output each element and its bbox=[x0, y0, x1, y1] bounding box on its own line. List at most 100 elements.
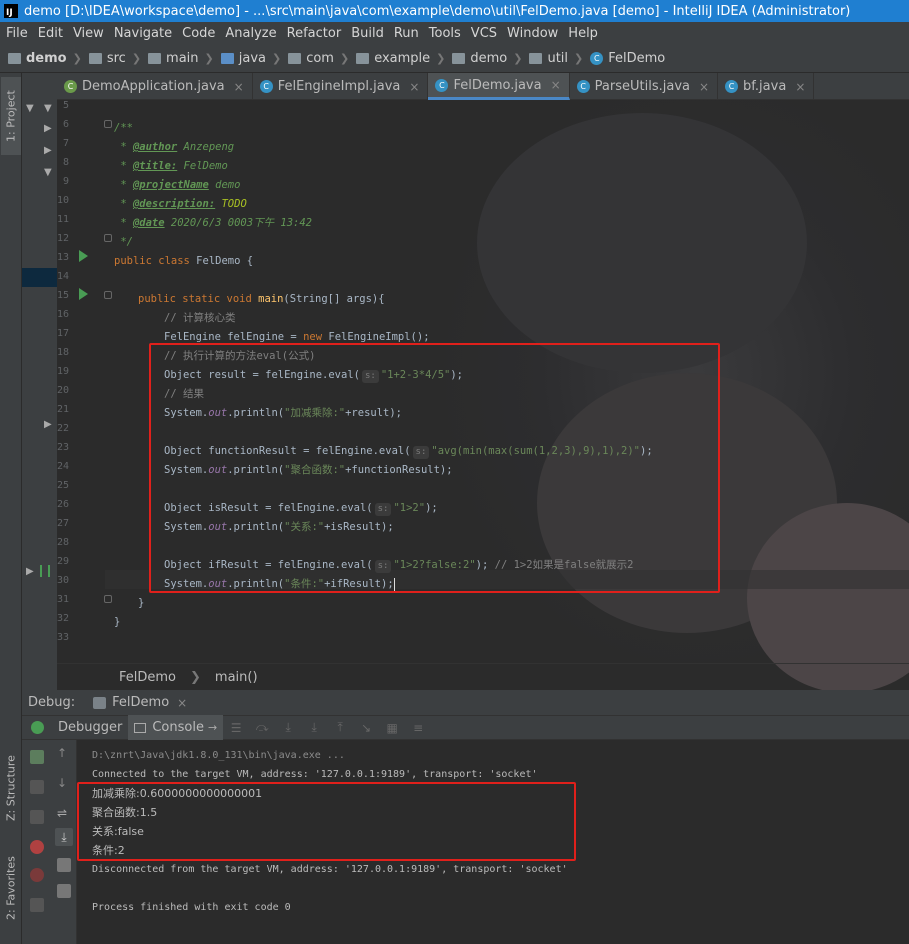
package-icon bbox=[452, 53, 466, 64]
expand-arrow-icon[interactable]: ▼ bbox=[26, 103, 34, 114]
close-icon[interactable]: × bbox=[234, 80, 244, 94]
folder-icon bbox=[148, 53, 162, 64]
menu-edit[interactable]: Edit bbox=[33, 26, 68, 41]
tab-parse-utils[interactable]: C ParseUtils.java × bbox=[570, 73, 719, 100]
rerun-debug-icon[interactable] bbox=[22, 715, 52, 740]
editor-breadcrumb-class[interactable]: FelDemo bbox=[119, 670, 176, 685]
line-number: 22 bbox=[57, 423, 70, 434]
structure-tool-tab[interactable]: Z: Structure bbox=[1, 743, 21, 833]
drop-frame-icon[interactable]: ↘ bbox=[359, 721, 373, 735]
close-icon[interactable]: × bbox=[699, 80, 709, 94]
tab-bf[interactable]: Cbf.java × bbox=[718, 73, 815, 100]
line-number: 10 bbox=[57, 195, 70, 206]
view-breakpoints-icon[interactable] bbox=[30, 840, 44, 854]
show-execution-point-icon[interactable]: ☰ bbox=[229, 721, 243, 735]
run-main-icon[interactable] bbox=[79, 288, 88, 300]
menu-analyze[interactable]: Analyze bbox=[220, 26, 281, 41]
folder-icon bbox=[8, 53, 21, 64]
collapse-arrow-icon[interactable]: ▶ bbox=[44, 145, 52, 156]
force-step-into-icon[interactable]: ⤓ bbox=[307, 720, 321, 734]
fold-icon[interactable] bbox=[104, 291, 112, 299]
console-line: D:\znrt\Java\jdk1.8.0_131\bin\java.exe .… bbox=[92, 750, 345, 761]
trash-icon[interactable] bbox=[57, 884, 71, 898]
camera-icon[interactable] bbox=[30, 898, 44, 912]
menu-vcs[interactable]: VCS bbox=[466, 26, 502, 41]
evaluate-expression-icon[interactable]: ▦ bbox=[385, 721, 399, 735]
line-number: 33 bbox=[57, 632, 70, 643]
console-icon bbox=[134, 722, 147, 733]
layout-icon[interactable]: → bbox=[208, 721, 217, 734]
code-line: } bbox=[114, 616, 121, 628]
close-icon[interactable]: × bbox=[551, 78, 561, 92]
down-arrow-icon[interactable]: ↓ bbox=[57, 776, 71, 790]
breadcrumb-java[interactable]: java ❯ bbox=[220, 51, 288, 66]
collapse-arrow-icon[interactable]: ▶ bbox=[44, 123, 52, 134]
source-folder-icon bbox=[220, 53, 234, 64]
project-tree-panel: ▼ ▼ ▶ ▶ ▼ ▶ ▶ bbox=[22, 73, 57, 690]
menu-code[interactable]: Code bbox=[177, 26, 220, 41]
spring-icon: C bbox=[64, 80, 77, 93]
mute-breakpoints-icon[interactable] bbox=[30, 868, 44, 882]
close-icon[interactable]: × bbox=[409, 80, 419, 94]
tab-debugger[interactable]: Debugger bbox=[52, 715, 128, 740]
resume-icon[interactable] bbox=[30, 750, 44, 764]
line-number: 12 bbox=[57, 233, 70, 244]
run-class-icon[interactable] bbox=[79, 250, 88, 262]
breadcrumb-main[interactable]: main ❯ bbox=[148, 51, 221, 66]
menu-window[interactable]: Window bbox=[502, 26, 563, 41]
close-icon[interactable]: × bbox=[795, 80, 805, 94]
collapse-arrow-icon[interactable]: ▶ bbox=[26, 566, 34, 577]
menu-build[interactable]: Build bbox=[346, 26, 389, 41]
editor-breadcrumb-method[interactable]: main() bbox=[215, 670, 258, 685]
breadcrumb-src[interactable]: src ❯ bbox=[88, 51, 148, 66]
step-over-icon[interactable]: ⤼ bbox=[255, 720, 269, 734]
collapse-arrow-icon[interactable]: ▶ bbox=[44, 419, 52, 430]
menu-navigate[interactable]: Navigate bbox=[109, 26, 177, 41]
up-arrow-icon[interactable]: ↑ bbox=[57, 746, 71, 760]
breadcrumb-feldemo[interactable]: C FelDemo bbox=[590, 51, 665, 66]
menu-run[interactable]: Run bbox=[389, 26, 424, 41]
menu-view[interactable]: View bbox=[68, 26, 109, 41]
print-icon[interactable] bbox=[57, 858, 71, 872]
favorites-tool-tab[interactable]: 2: Favorites bbox=[1, 843, 21, 933]
soft-wrap-icon[interactable]: ⇌ bbox=[57, 806, 71, 820]
step-out-icon[interactable]: ⤒ bbox=[333, 720, 347, 734]
debug-session-tab[interactable]: FelDemo × bbox=[93, 695, 187, 710]
tab-fel-demo[interactable]: C FelDemo.java × bbox=[428, 73, 570, 100]
library-icon bbox=[40, 565, 50, 577]
breadcrumb-com[interactable]: com ❯ bbox=[288, 51, 356, 66]
breadcrumb-demo[interactable]: demo ❯ bbox=[452, 51, 529, 66]
editor-gutter: 5 6 7 8 9 10 11 12 13 14 15 16 17 18 19 … bbox=[57, 100, 112, 660]
scroll-to-end-icon[interactable]: ⤓ bbox=[55, 828, 73, 846]
breadcrumb-util[interactable]: util ❯ bbox=[529, 51, 590, 66]
menu-help[interactable]: Help bbox=[563, 26, 603, 41]
line-number: 32 bbox=[57, 613, 70, 624]
fold-icon[interactable] bbox=[104, 234, 112, 242]
project-tool-tab[interactable]: 1: Project bbox=[1, 77, 21, 155]
expand-arrow-icon[interactable]: ▼ bbox=[44, 103, 52, 114]
trace-icon[interactable]: ≡ bbox=[411, 721, 425, 735]
console-line: Disconnected from the target VM, address… bbox=[92, 864, 568, 875]
stop-icon[interactable] bbox=[30, 810, 44, 824]
line-number: 24 bbox=[57, 461, 70, 472]
line-number: 18 bbox=[57, 347, 70, 358]
tab-console[interactable]: Console → bbox=[128, 715, 224, 740]
fold-icon[interactable] bbox=[104, 595, 112, 603]
package-icon bbox=[356, 53, 370, 64]
navigation-bar: demo ❯ src ❯ main ❯ java ❯ com ❯ example ❯ dem… bbox=[0, 45, 909, 73]
pause-icon[interactable] bbox=[30, 780, 44, 794]
breadcrumb-project[interactable]: demo ❯ bbox=[8, 51, 89, 66]
menu-tools[interactable]: Tools bbox=[424, 26, 466, 41]
console-side-toolbar: ↑ ↓ ⇌ ⤓ bbox=[52, 740, 77, 944]
breadcrumb-example[interactable]: example ❯ bbox=[356, 51, 452, 66]
selected-tree-item[interactable] bbox=[22, 268, 57, 287]
step-into-icon[interactable]: ⤓ bbox=[281, 720, 295, 734]
expand-arrow-icon[interactable]: ▼ bbox=[44, 167, 52, 178]
menu-file[interactable]: File bbox=[0, 26, 33, 41]
fold-icon[interactable] bbox=[104, 120, 112, 128]
menu-refactor[interactable]: Refactor bbox=[282, 26, 347, 41]
tab-fel-engine-impl[interactable]: C FelEngineImpl.java × bbox=[253, 73, 429, 100]
line-number: 29 bbox=[57, 556, 70, 567]
close-icon[interactable]: × bbox=[177, 696, 187, 710]
tab-demo-application[interactable]: C DemoApplication.java × bbox=[57, 73, 253, 100]
